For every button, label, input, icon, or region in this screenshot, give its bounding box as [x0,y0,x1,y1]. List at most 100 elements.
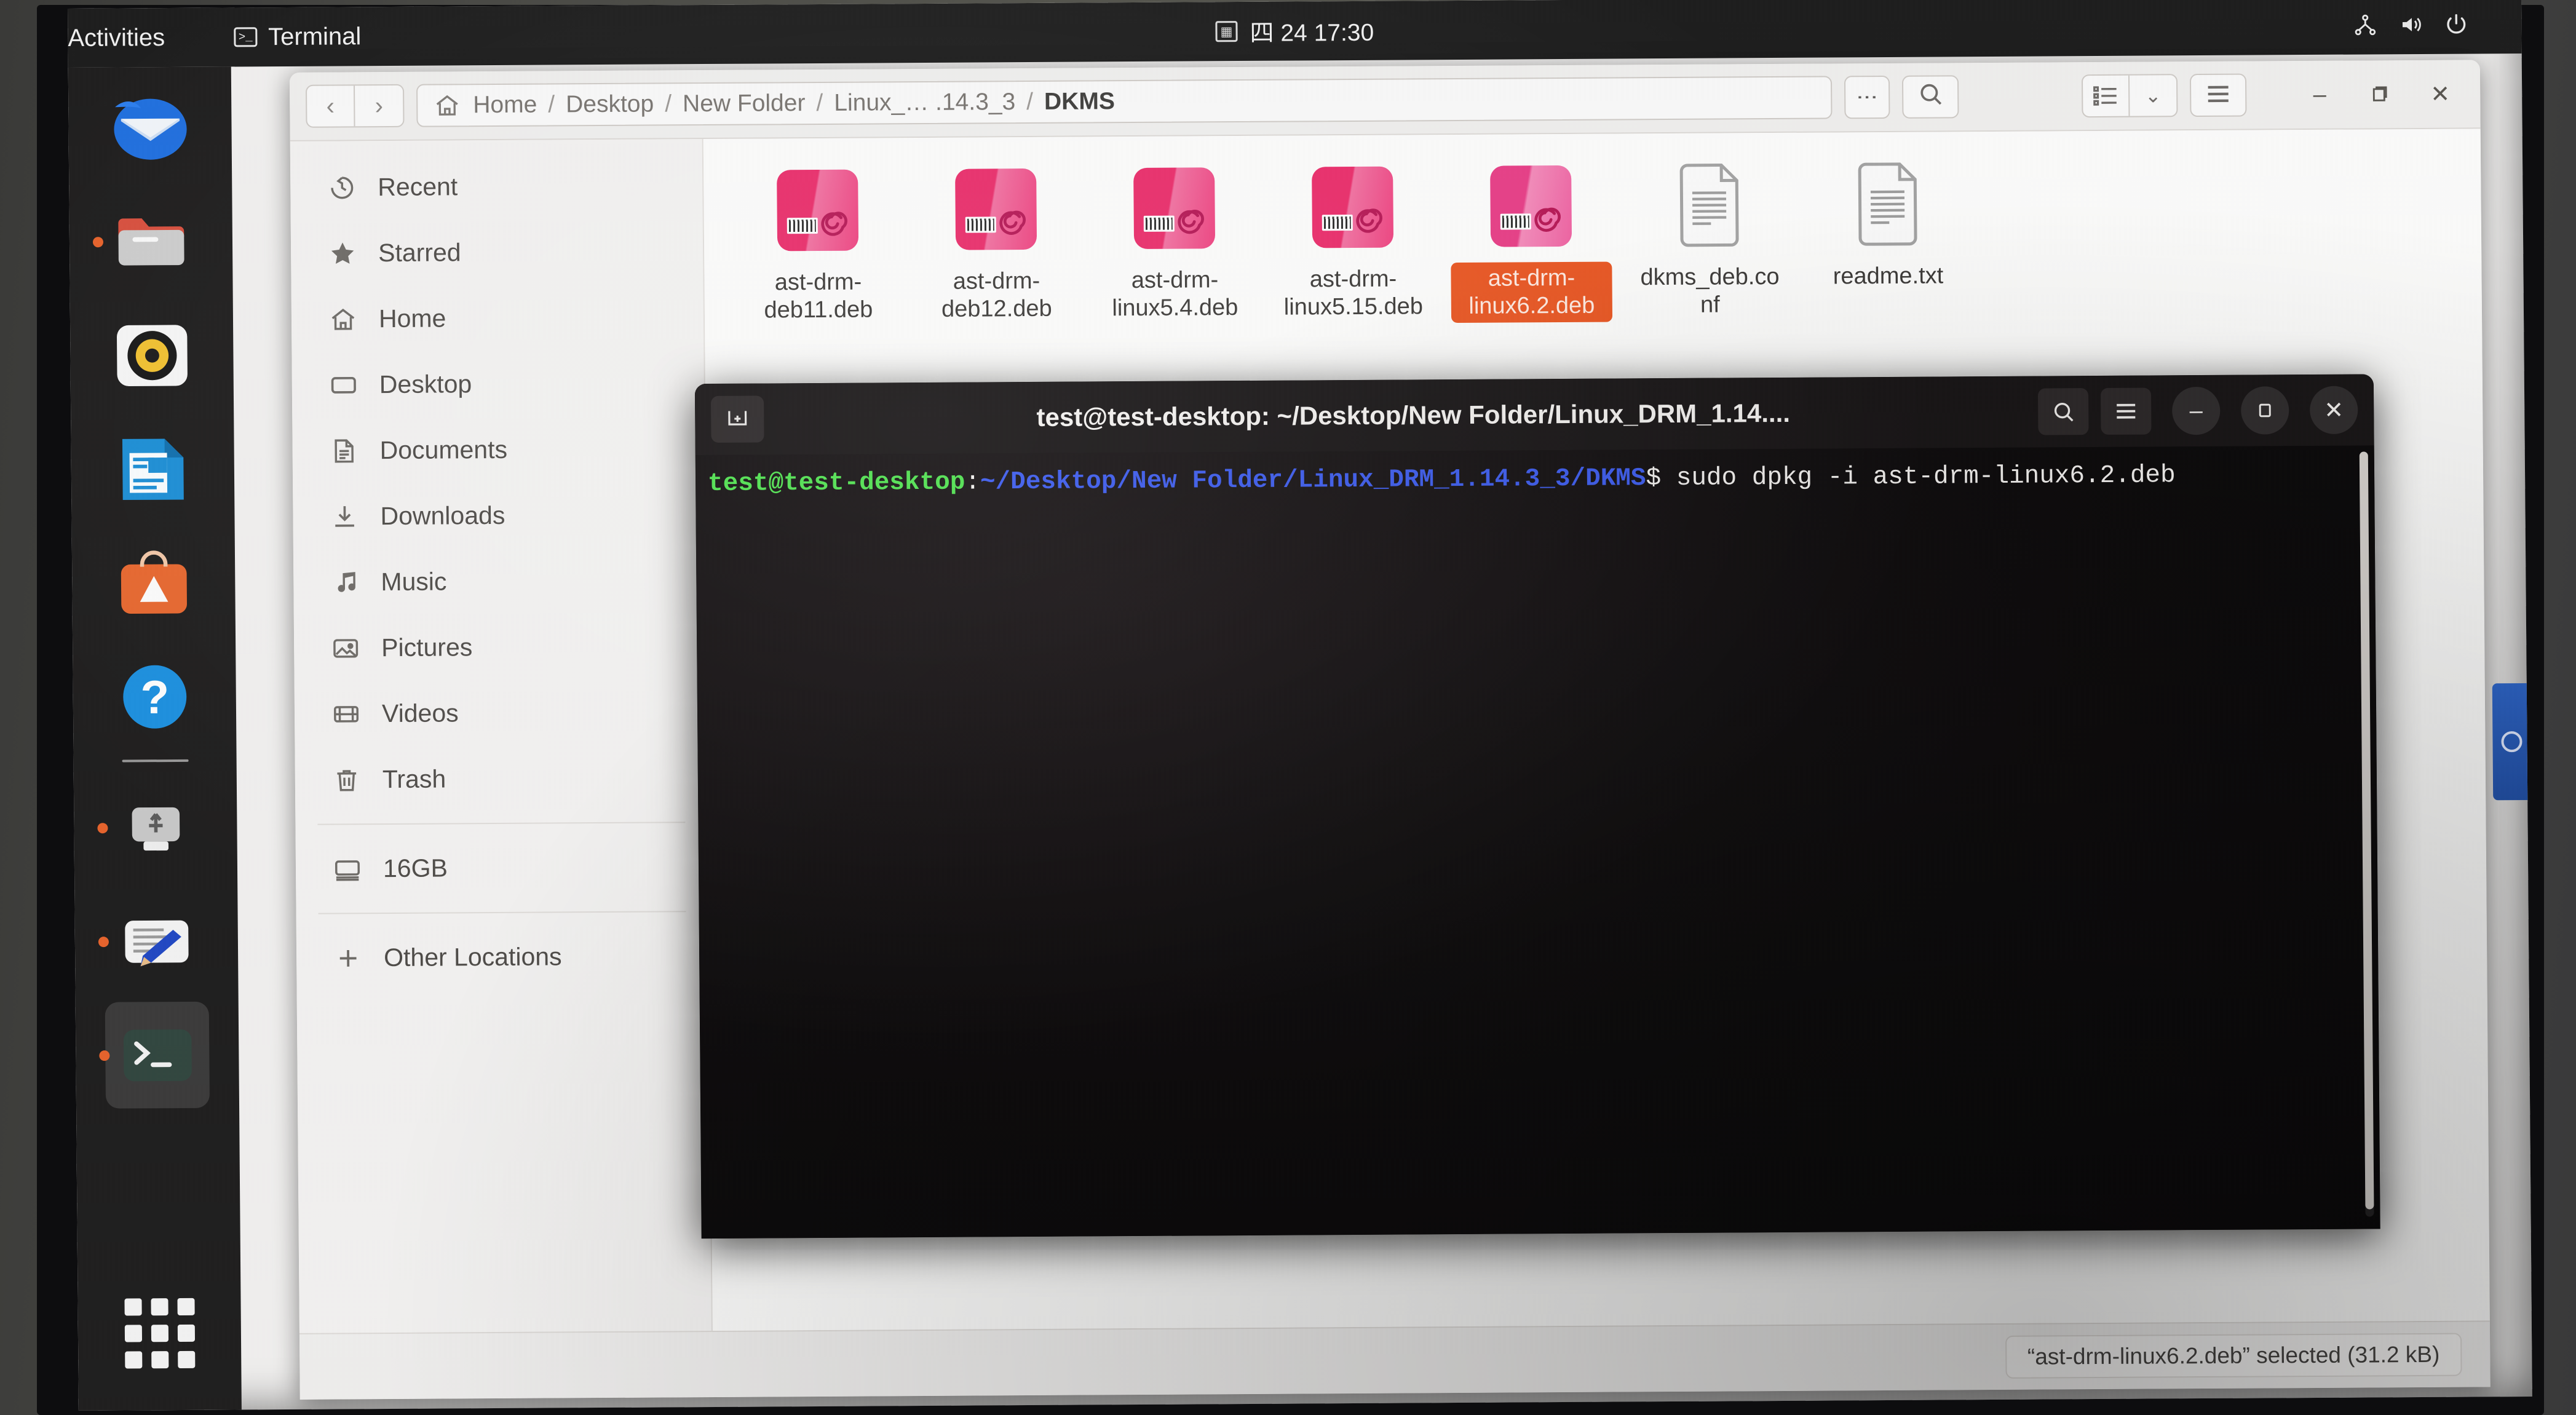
file-item[interactable]: readme.txt [1798,149,1978,331]
dock-item-files[interactable] [92,184,208,299]
terminal-window: test@test-desktop: ~/Desktop/New Folder/… [694,374,2380,1239]
places-sidebar: Recent Starred Home Desktop Documents Do… [290,139,713,1333]
terminal-title: test@test-desktop: ~/Desktop/New Folder/… [1036,398,1791,432]
view-mode-buttons: ⌄ [2081,74,2178,118]
chevron-down-icon[interactable]: ⌄ [2130,75,2177,116]
search-icon [1917,80,1944,113]
text-file-icon [1841,158,1934,251]
dock-item-terminal[interactable] [99,998,215,1112]
terminal-output: test@test-desktop:~/Desktop/New Folder/L… [700,460,2374,498]
files-icon [111,202,191,281]
sidebar-divider [318,911,686,914]
terminal-maximize-button[interactable] [2240,386,2289,435]
desktop-icon [329,370,359,400]
terminal-menu-button[interactable] [2100,387,2152,435]
sidebar-item-label: Pictures [381,633,473,662]
sidebar-item-other-locations[interactable]: Other Locations [296,923,709,991]
photo-frame: Activities >_ Terminal ▦ 四 24 17:30 ? ‹ … [0,0,2576,1415]
status-badge: “ast-drm-linux6.2.deb” selected (31.2 kB… [2005,1333,2462,1379]
terminal-scrollbar[interactable] [2359,451,2374,1217]
back-button[interactable]: ‹ [306,85,355,127]
rhythmbox-icon [112,315,191,395]
sidebar-item-desktop[interactable]: Desktop [291,350,704,418]
file-name: readme.txt [1833,263,1944,290]
sidebar-item-label: 16GB [382,854,448,883]
hamburger-icon [2205,82,2232,108]
breadcrumb-item-linux-drm[interactable]: Linux_… .14.3_3 [834,89,1015,117]
deb-package-icon [949,163,1042,256]
file-name: ast-drm-linux5.15.deb [1283,266,1424,320]
sidebar-item-label: Desktop [379,370,472,399]
dock-item-help[interactable]: ? [97,640,212,754]
terminal-app-icon [117,1015,197,1095]
list-view-icon[interactable] [2082,75,2130,117]
clock-menu[interactable]: ▦ 四 24 17:30 [1215,14,1374,49]
sidebar-item-16gb[interactable]: 16GB [296,834,708,902]
show-applications-button[interactable] [102,1281,216,1386]
file-item[interactable]: ast-drm-linux5.4.deb [1085,153,1264,336]
activities-button[interactable]: Activities [68,24,165,52]
breadcrumb-separator: / [665,90,672,117]
sidebar-item-trash[interactable]: Trash [295,745,707,813]
file-name: ast-drm-linux5.4.deb [1112,267,1238,322]
sidebar-item-label: Documents [379,435,508,465]
sticker-ring-icon [2501,731,2522,753]
files-minimize-button[interactable]: – [2296,71,2344,119]
sidebar-item-starred[interactable]: Starred [291,218,703,287]
sidebar-item-recent[interactable]: Recent [290,153,703,221]
sidebar-item-videos[interactable]: Videos [295,679,707,747]
sidebar-item-label: Downloads [380,501,505,531]
breadcrumb-item-new-folder[interactable]: New Folder [683,90,806,117]
ubuntu-software-icon [114,543,193,622]
deb-package-icon [1306,161,1399,254]
file-item-selected[interactable]: ast-drm-linux6.2.deb [1441,151,1621,333]
topbar-app-menu[interactable]: >_ Terminal [234,23,362,51]
dock-item-rhythmbox[interactable] [95,298,209,413]
files-maximize-button[interactable] [2356,70,2404,118]
dock-item-thunderbird[interactable] [93,71,207,185]
dock-item-text-editor[interactable] [98,884,213,999]
clock-icon [327,173,357,202]
files-status-bar: “ast-drm-linux6.2.deb” selected (31.2 kB… [299,1320,2491,1400]
terminal-body[interactable]: test@test-desktop:~/Desktop/New Folder/L… [695,445,2380,1239]
volume-icon [2402,17,2421,31]
dock-item-usb-drive[interactable] [97,771,213,885]
forward-button[interactable]: › [355,85,403,126]
main-menu-button[interactable] [2189,73,2247,117]
file-name: ast-drm-deb12.deb [941,268,1052,322]
sidebar-item-home[interactable]: Home [291,284,704,352]
video-icon [331,699,361,729]
terminal-close-button[interactable]: ✕ [2309,386,2358,435]
path-menu-button[interactable]: ⋮ [1844,75,1890,119]
sidebar-item-label: Recent [378,172,458,202]
new-tab-icon[interactable] [710,395,764,443]
sidebar-item-pictures[interactable]: Pictures [294,613,707,681]
terminal-headerbar: test@test-desktop: ~/Desktop/New Folder/… [694,374,2374,456]
files-close-button[interactable]: ✕ [2416,70,2465,118]
home-icon [434,92,461,119]
topbar-app-name: Terminal [268,22,362,50]
usb-drive-icon [116,788,195,867]
dock-item-ubuntu-software[interactable] [97,526,211,640]
file-item[interactable]: ast-drm-deb12.deb [906,154,1086,336]
sidebar-item-music[interactable]: Music [293,547,706,616]
dock-item-libreoffice-writer[interactable] [95,412,210,526]
dock-separator [122,759,189,763]
terminal-minimize-button[interactable]: – [2171,386,2221,435]
sidebar-item-documents[interactable]: Documents [292,416,705,484]
sidebar-item-downloads[interactable]: Downloads [293,482,705,550]
sidebar-item-label: Other Locations [383,942,562,972]
terminal-search-button[interactable] [2037,388,2089,435]
file-item[interactable]: ast-drm-deb11.deb [728,155,908,338]
sidebar-item-label: Music [381,567,447,597]
ubuntu-dock: ? [68,66,242,1411]
system-status-menu[interactable] [2353,12,2468,38]
file-item[interactable]: dkms_deb.conf [1620,150,1799,333]
running-indicator [97,822,108,833]
breadcrumb-item-desktop[interactable]: Desktop [566,91,654,119]
breadcrumb-item-home[interactable]: Home [473,92,537,119]
breadcrumb-item-dkms[interactable]: DKMS [1044,88,1115,116]
thunderbird-icon [111,88,190,167]
file-item[interactable]: ast-drm-linux5.15.deb [1263,152,1443,335]
search-button[interactable] [1901,75,1959,119]
